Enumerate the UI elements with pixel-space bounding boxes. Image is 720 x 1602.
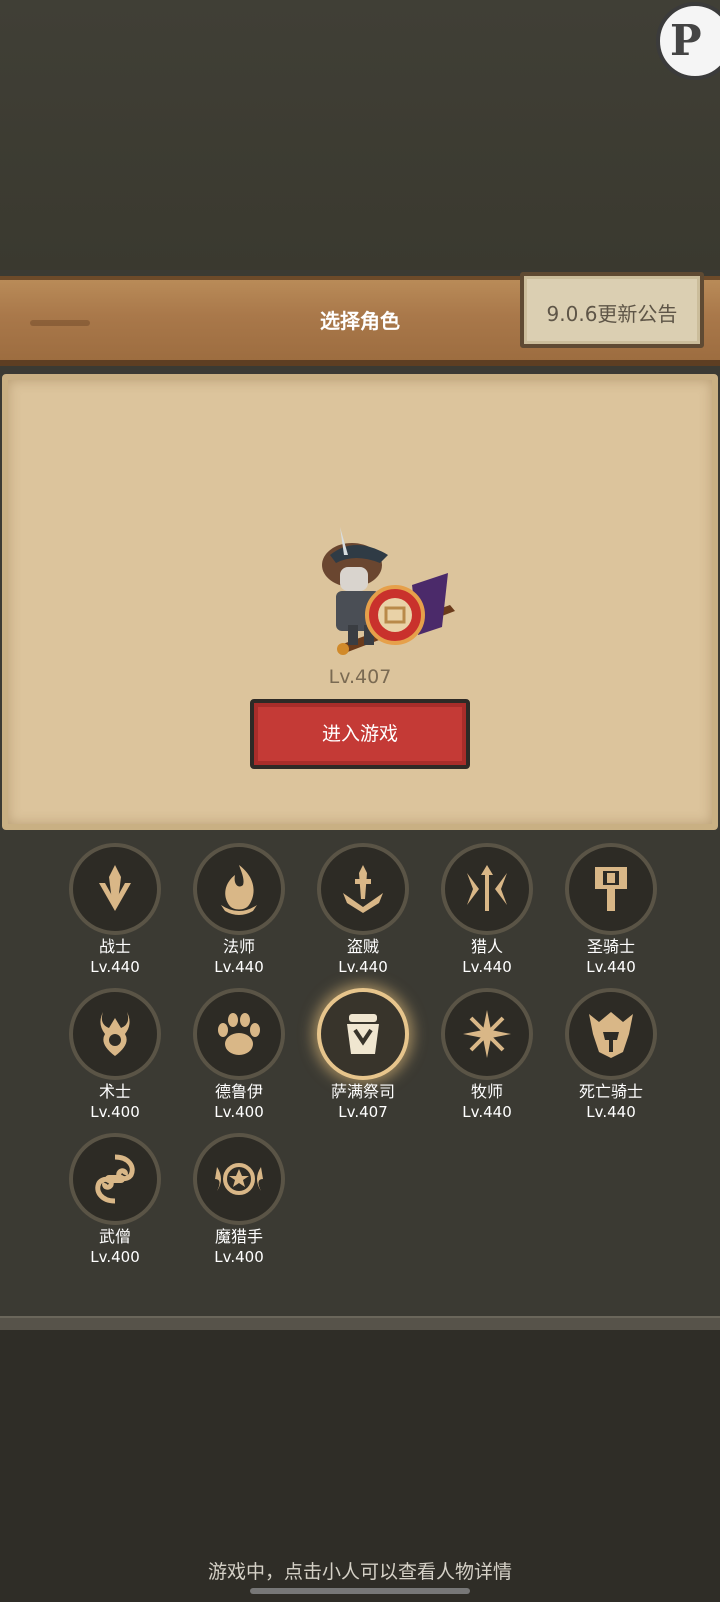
class-circle [69, 1133, 161, 1225]
class-warlock[interactable]: 术士 Lv.400 [60, 988, 170, 1122]
class-shaman[interactable]: 萨满祭司 Lv.407 [308, 988, 418, 1122]
class-circle [193, 843, 285, 935]
class-name: 猎人 [470, 937, 503, 956]
home-indicator[interactable] [250, 1588, 470, 1594]
class-level: Lv.440 [214, 958, 264, 976]
class-rogue[interactable]: 盗贼 Lv.440 [308, 843, 418, 977]
class-name: 战士 [98, 937, 131, 956]
helmet-icon [589, 1012, 633, 1058]
class-level: Lv.440 [90, 958, 140, 976]
top-banner [0, 0, 720, 270]
corner-badge-glyph: P [670, 16, 702, 65]
class-name: 死亡骑士 [578, 1082, 643, 1101]
class-hunter[interactable]: 猎人 Lv.440 [432, 843, 542, 977]
class-level: Lv.400 [214, 1103, 264, 1121]
class-level: Lv.400 [214, 1248, 264, 1266]
paw-icon [218, 1013, 260, 1055]
class-level: Lv.440 [462, 958, 512, 976]
enter-game-button[interactable]: 进入游戏 [250, 699, 470, 769]
class-circle [69, 843, 161, 935]
class-name: 魔猎手 [214, 1227, 263, 1246]
hero-level: Lv.407 [328, 666, 392, 688]
update-notice-label: 9.0.6更新公告 [546, 302, 678, 326]
class-circle [441, 843, 533, 935]
demon-eye-icon [215, 1163, 263, 1195]
swirl-icon [95, 1154, 135, 1204]
footer-hint: 游戏中，点击小人可以查看人物详情 [207, 1561, 512, 1583]
class-name: 术士 [98, 1082, 131, 1101]
class-name: 圣骑士 [586, 937, 635, 956]
class-level: Lv.440 [586, 1103, 636, 1121]
class-circle [565, 988, 657, 1080]
class-circle-selected [317, 988, 409, 1080]
class-monk[interactable]: 武僧 Lv.400 [60, 1133, 170, 1267]
class-level: Lv.440 [586, 958, 636, 976]
class-level: Lv.440 [462, 1103, 512, 1121]
class-druid[interactable]: 德鲁伊 Lv.400 [184, 988, 294, 1122]
class-level: Lv.400 [90, 1248, 140, 1266]
class-level: Lv.407 [338, 1103, 388, 1121]
class-circle [317, 843, 409, 935]
arrows-icon [467, 865, 507, 911]
class-death-knight[interactable]: 死亡骑士 Lv.440 [556, 988, 666, 1122]
class-name: 盗贼 [346, 937, 379, 956]
class-demon-hunter[interactable]: 魔猎手 Lv.400 [184, 1133, 294, 1267]
class-name: 萨满祭司 [330, 1082, 395, 1101]
class-name: 法师 [222, 937, 255, 956]
class-circle [193, 988, 285, 1080]
class-circle [441, 988, 533, 1080]
class-circle [565, 843, 657, 935]
demon-icon [100, 1012, 130, 1056]
class-priest[interactable]: 牧师 Lv.440 [432, 988, 542, 1122]
class-name: 武僧 [98, 1227, 131, 1246]
class-name: 牧师 [470, 1082, 503, 1101]
class-mage[interactable]: 法师 Lv.440 [184, 843, 294, 977]
daggers-icon [343, 865, 383, 913]
class-paladin[interactable]: 圣骑士 Lv.440 [556, 843, 666, 977]
hero-character[interactable] [300, 515, 460, 665]
hammer-icon [595, 867, 627, 911]
flame-icon [221, 865, 257, 915]
class-level: Lv.400 [90, 1103, 140, 1121]
update-notice-button[interactable]: 9.0.6更新公告 [520, 272, 704, 348]
class-circle [193, 1133, 285, 1225]
sword-icon [99, 865, 131, 911]
class-circle [69, 988, 161, 1080]
class-name: 德鲁伊 [214, 1082, 263, 1101]
star-burst-icon [463, 1010, 511, 1058]
class-level: Lv.440 [338, 958, 388, 976]
class-warrior[interactable]: 战士 Lv.440 [60, 843, 170, 977]
totem-icon [347, 1014, 379, 1054]
